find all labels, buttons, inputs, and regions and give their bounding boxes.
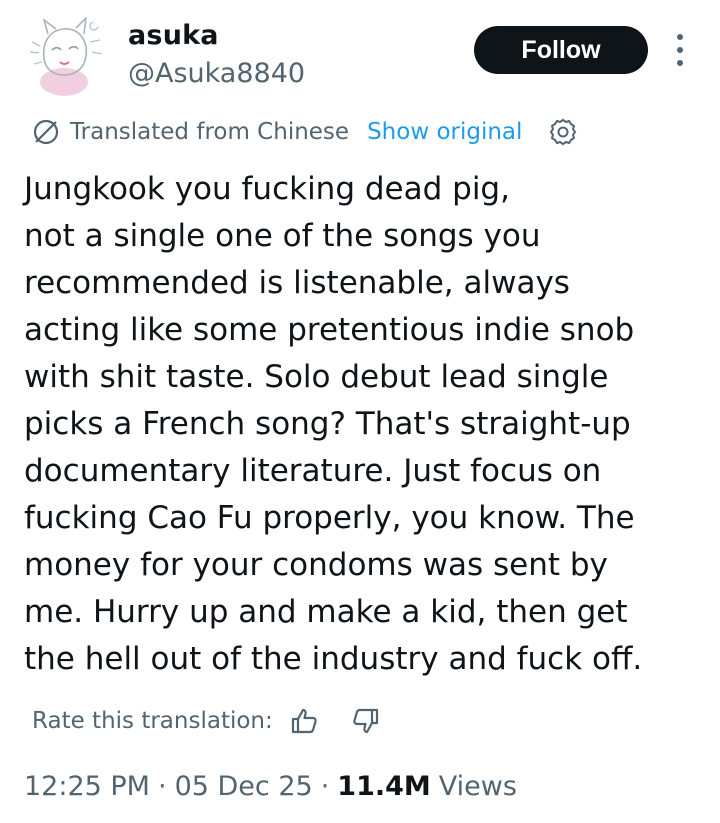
follow-button[interactable]: Follow [474,26,648,74]
meta-separator: · [320,770,330,802]
tweet-meta: 12:25 PM · 05 Dec 25 · 11.4M Views [24,766,517,806]
tweet-line: not a single one of the songs you [24,218,541,254]
tweet-time[interactable]: 12:25 PM [24,771,150,802]
tweet-line: Jungkook you fucking dead pig, [24,171,510,207]
tweet-line: money for your condoms was sent by [24,547,608,583]
author-handle[interactable]: @Asuka8840 [128,58,305,89]
views-label: Views [438,770,517,802]
tweet-line: picks a French song? That's straight-up [24,406,631,442]
tweet-date[interactable]: 05 Dec 25 [175,771,313,802]
more-vertical-icon[interactable] [668,34,692,66]
anime-sketch-avatar-icon [24,12,108,96]
tweet-line: fucking Cao Fu properly, you know. The [24,500,635,536]
tweet-line: recommended is listenable, always [24,265,570,301]
tweet-line: acting like some pretentious indie snob [24,312,635,348]
rate-translation-bar: Rate this translation: [32,703,381,739]
rate-translation-label: Rate this translation: [32,708,273,734]
translation-bar: Translated from Chinese Show original [30,114,578,150]
thumbs-down-icon[interactable] [351,706,381,736]
show-original-link[interactable]: Show original [367,119,522,145]
gear-icon[interactable] [548,117,578,147]
tweet-line: documentary literature. Just focus on [24,453,602,489]
tweet-line: with shit taste. Solo debut lead single [24,359,609,395]
thumbs-up-icon[interactable] [289,706,319,736]
tweet-text: Jungkook you fucking dead pig, not a sin… [24,166,704,683]
views-count[interactable]: 11.4M [337,771,431,802]
globe-slash-icon [33,119,59,145]
tweet-line: the hell out of the industry and fuck of… [24,641,643,677]
avatar[interactable] [24,12,108,96]
tweet-line: me. Hurry up and make a kid, then get [24,594,628,630]
author-display-name[interactable]: asuka [128,20,219,51]
translated-from-label: Translated from Chinese [70,119,350,145]
meta-separator: · [157,770,167,802]
